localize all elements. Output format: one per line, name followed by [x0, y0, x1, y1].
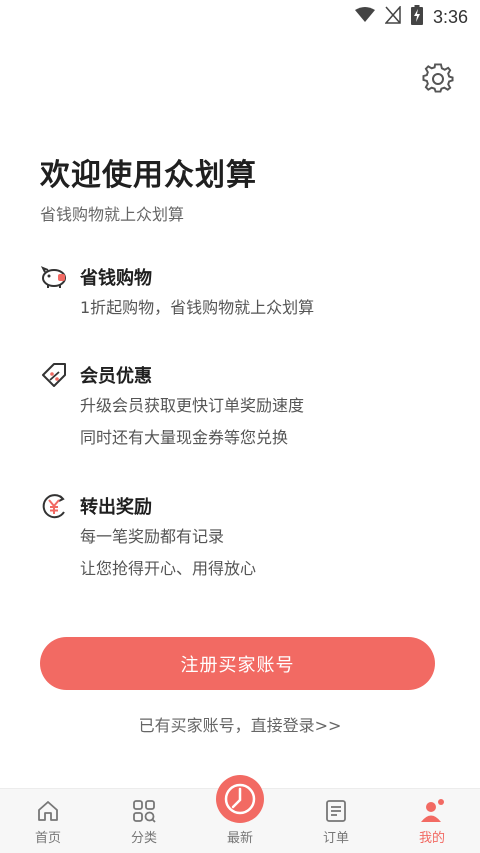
- nav-item-latest[interactable]: 最新: [192, 775, 288, 853]
- feature-reward: 转出奖励 每一笔奖励都有记录 让您抢得开心、用得放心: [40, 491, 440, 585]
- no-signal-icon: [384, 5, 401, 28]
- nav-item-mine[interactable]: 我的: [384, 789, 480, 853]
- battery-charging-icon: [410, 5, 423, 29]
- discount-tag-icon: [40, 361, 68, 389]
- feature-desc: 每一笔奖励都有记录: [80, 527, 225, 546]
- status-bar: 3:36: [0, 0, 480, 34]
- order-list-icon: [326, 800, 346, 822]
- piggy-bank-icon: [40, 263, 68, 291]
- wifi-icon: [354, 7, 375, 27]
- feature-desc: 1折起购物，省钱购物就上众划算: [80, 298, 315, 317]
- feature-desc: 让您抢得开心、用得放心: [80, 559, 257, 578]
- feature-title: 省钱购物: [80, 268, 152, 289]
- feature-saving: 省钱购物 1折起购物，省钱购物就上众划算: [40, 262, 440, 324]
- feature-header: 转出奖励: [40, 491, 440, 521]
- feature-desc: 升级会员获取更快订单奖励速度: [80, 396, 305, 415]
- nav-item-category[interactable]: 分类: [96, 789, 192, 853]
- settings-button[interactable]: [422, 62, 454, 94]
- nav-label: 最新: [226, 831, 253, 846]
- nav-label: 分类: [130, 831, 157, 846]
- register-button[interactable]: 注册买家账号: [40, 637, 435, 690]
- login-link[interactable]: 已有买家账号，直接登录>>: [0, 712, 480, 736]
- status-time: 3:36: [432, 6, 468, 27]
- gear-icon: [422, 63, 454, 93]
- nav-label: 订单: [322, 831, 349, 846]
- feature-header: 省钱购物: [40, 262, 440, 292]
- page-subtitle: 省钱购物就上众划算: [40, 205, 185, 224]
- nav-item-orders[interactable]: 订单: [288, 789, 384, 853]
- nav-label: 首页: [34, 831, 61, 846]
- nav-label: 我的: [418, 831, 445, 846]
- feature-title: 转出奖励: [80, 497, 152, 518]
- bottom-nav: 首页 分类 最新 订单 我的: [0, 775, 480, 853]
- feature-desc: 同时还有大量现金券等您兑换: [80, 428, 289, 447]
- feature-header: 会员优惠: [40, 360, 440, 390]
- home-icon: [38, 801, 58, 821]
- yuan-reward-icon: [40, 492, 68, 520]
- latest-circle: [216, 775, 264, 823]
- clock-icon: [224, 783, 256, 815]
- feature-membership: 会员优惠 升级会员获取更快订单奖励速度 同时还有大量现金券等您兑换: [40, 360, 440, 454]
- page-title: 欢迎使用众划算: [40, 158, 257, 193]
- user-icon: [421, 799, 444, 822]
- status-icons: 3:36: [354, 5, 468, 29]
- category-grid-icon: [133, 800, 156, 823]
- feature-title: 会员优惠: [80, 366, 152, 387]
- nav-item-home[interactable]: 首页: [0, 789, 96, 853]
